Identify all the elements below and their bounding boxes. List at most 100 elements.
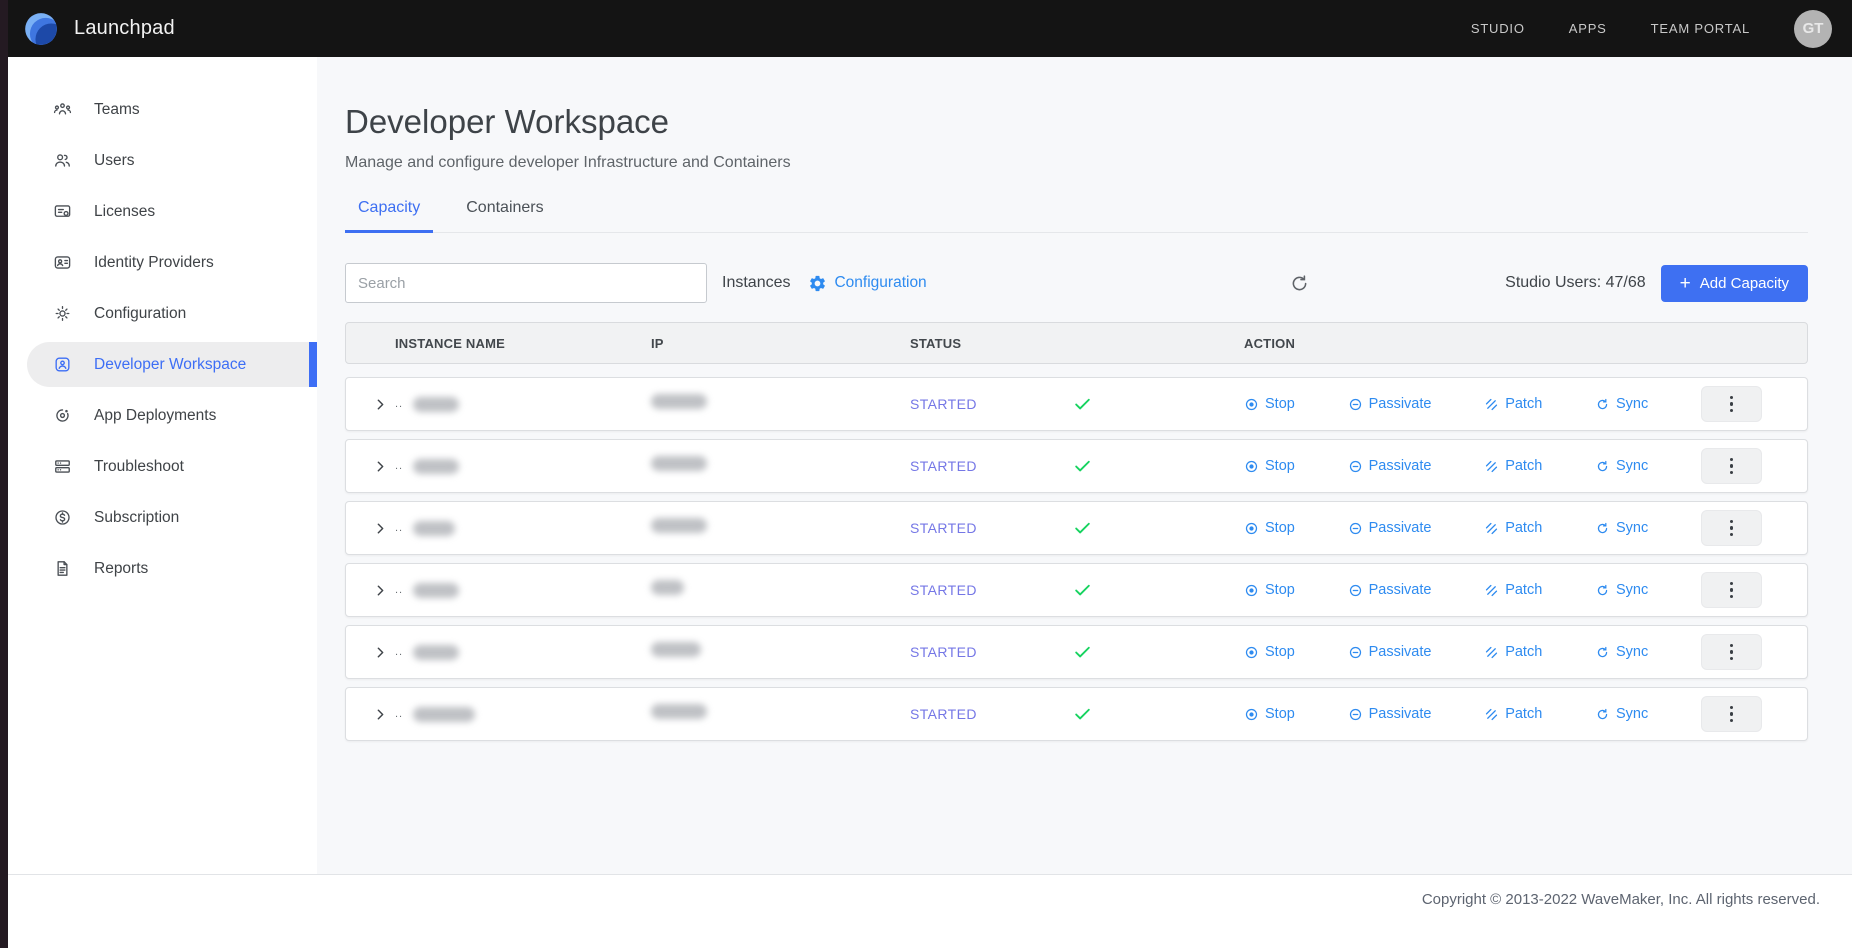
passivate-action[interactable]: Passivate xyxy=(1348,520,1432,536)
passivate-action[interactable]: Passivate xyxy=(1348,644,1432,660)
passivate-action[interactable]: Passivate xyxy=(1348,458,1432,474)
sidebar-item-troubleshoot[interactable]: Troubleshoot xyxy=(27,444,317,489)
sync-icon xyxy=(1595,707,1610,722)
tab-capacity[interactable]: Capacity xyxy=(345,199,433,233)
patch-action[interactable]: Patch xyxy=(1484,458,1542,474)
sidebar-item-licenses[interactable]: Licenses xyxy=(27,189,317,234)
vertical-ellipsis-icon xyxy=(1730,644,1734,661)
status-cell: STARTED xyxy=(910,643,1244,662)
sidebar-item-users[interactable]: Users xyxy=(27,138,317,183)
nav-apps[interactable]: APPS xyxy=(1569,21,1607,36)
sync-action[interactable]: Sync xyxy=(1595,520,1648,536)
stop-action[interactable]: Stop xyxy=(1244,396,1295,412)
redacted-instance-name xyxy=(413,583,459,598)
sidebar-item-app-deployments[interactable]: App Deployments xyxy=(27,393,317,438)
ip-cell xyxy=(651,394,910,414)
row-expand-chevron[interactable] xyxy=(346,582,395,599)
patch-action[interactable]: Patch xyxy=(1484,582,1542,598)
sync-action[interactable]: Sync xyxy=(1595,644,1648,660)
check-icon xyxy=(1073,519,1092,538)
row-menu-button[interactable] xyxy=(1701,448,1762,484)
stop-action[interactable]: Stop xyxy=(1244,706,1295,722)
add-capacity-button[interactable]: + Add Capacity xyxy=(1661,265,1808,302)
sidebar-item-label: Subscription xyxy=(94,509,179,527)
sidebar-item-configuration[interactable]: Configuration xyxy=(27,291,317,336)
row-expand-chevron[interactable] xyxy=(346,520,395,537)
sidebar-item-label: Developer Workspace xyxy=(94,356,246,374)
status-cell: STARTED xyxy=(910,457,1244,476)
patch-action[interactable]: Patch xyxy=(1484,396,1542,412)
sidebar-item-teams[interactable]: Teams xyxy=(27,87,317,132)
action-cell: Stop Passivate Patch xyxy=(1244,634,1807,670)
redacted-ip xyxy=(651,642,701,657)
patch-label: Patch xyxy=(1505,644,1542,660)
row-menu-button[interactable] xyxy=(1701,572,1762,608)
row-menu-button[interactable] xyxy=(1701,510,1762,546)
add-capacity-label: Add Capacity xyxy=(1700,275,1789,292)
row-menu-button[interactable] xyxy=(1701,634,1762,670)
patch-action[interactable]: Patch xyxy=(1484,706,1542,722)
row-expand-chevron[interactable] xyxy=(346,644,395,661)
sidebar-item-developer-workspace[interactable]: Developer Workspace xyxy=(27,342,317,387)
passivate-label: Passivate xyxy=(1369,520,1432,536)
sync-action[interactable]: Sync xyxy=(1595,582,1648,598)
patch-action[interactable]: Patch xyxy=(1484,644,1542,660)
sidebar-item-label: Licenses xyxy=(94,203,155,221)
redacted-instance-name xyxy=(413,707,475,722)
row-expand-chevron[interactable] xyxy=(346,396,395,413)
sidebar-item-identity-providers[interactable]: Identity Providers xyxy=(27,240,317,285)
patch-icon xyxy=(1484,397,1499,412)
passivate-action[interactable]: Passivate xyxy=(1348,582,1432,598)
passivate-action[interactable]: Passivate xyxy=(1348,706,1432,722)
topbar: Launchpad STUDIO APPS TEAM PORTAL GT xyxy=(0,0,1852,57)
ip-cell xyxy=(651,580,910,600)
stop-action[interactable]: Stop xyxy=(1244,458,1295,474)
row-expand-chevron[interactable] xyxy=(346,458,395,475)
avatar[interactable]: GT xyxy=(1794,10,1832,48)
sync-action[interactable]: Sync xyxy=(1595,458,1648,474)
stop-action[interactable]: Stop xyxy=(1244,520,1295,536)
tab-containers[interactable]: Containers xyxy=(453,199,556,232)
search-input[interactable] xyxy=(345,263,707,303)
status-badge: STARTED xyxy=(910,520,1073,536)
row-menu-button[interactable] xyxy=(1701,696,1762,732)
action-cell: Stop Passivate Patch xyxy=(1244,510,1807,546)
nav-studio[interactable]: STUDIO xyxy=(1471,21,1525,36)
stop-action[interactable]: Stop xyxy=(1244,582,1295,598)
sync-icon xyxy=(1595,583,1610,598)
redacted-ip xyxy=(651,518,707,533)
stop-action[interactable]: Stop xyxy=(1244,644,1295,660)
stop-label: Stop xyxy=(1265,644,1295,660)
sidebar-item-label: Reports xyxy=(94,560,148,578)
patch-action[interactable]: Patch xyxy=(1484,520,1542,536)
table-header: INSTANCE NAME IP STATUS ACTION xyxy=(345,322,1808,364)
sync-action[interactable]: Sync xyxy=(1595,396,1648,412)
reports-icon xyxy=(53,559,72,578)
nav-team-portal[interactable]: TEAM PORTAL xyxy=(1651,21,1750,36)
check-icon xyxy=(1073,395,1092,414)
patch-icon xyxy=(1484,645,1499,660)
copyright-text: Copyright © 2013-2022 WaveMaker, Inc. Al… xyxy=(1422,891,1820,948)
stop-label: Stop xyxy=(1265,582,1295,598)
status-badge: STARTED xyxy=(910,644,1073,660)
instance-name-cell: .. xyxy=(395,645,651,660)
main-content: Developer Workspace Manage and configure… xyxy=(317,57,1852,874)
check-icon xyxy=(1073,581,1092,600)
redacted-name-hint: .. xyxy=(395,584,403,596)
refresh-icon[interactable] xyxy=(1288,272,1310,294)
users-icon xyxy=(53,151,72,170)
subscription-icon xyxy=(53,508,72,527)
status-cell: STARTED xyxy=(910,705,1244,724)
configuration-link[interactable]: Configuration xyxy=(808,274,926,293)
passivate-action[interactable]: Passivate xyxy=(1348,396,1432,412)
passivate-icon xyxy=(1348,583,1363,598)
window-edge-strip xyxy=(0,0,8,948)
teams-icon xyxy=(53,100,72,119)
ip-cell xyxy=(651,456,910,476)
sidebar-item-reports[interactable]: Reports xyxy=(27,546,317,591)
sync-action[interactable]: Sync xyxy=(1595,706,1648,722)
sidebar-item-subscription[interactable]: Subscription xyxy=(27,495,317,540)
configuration-icon xyxy=(53,304,72,323)
row-expand-chevron[interactable] xyxy=(346,706,395,723)
row-menu-button[interactable] xyxy=(1701,386,1762,422)
